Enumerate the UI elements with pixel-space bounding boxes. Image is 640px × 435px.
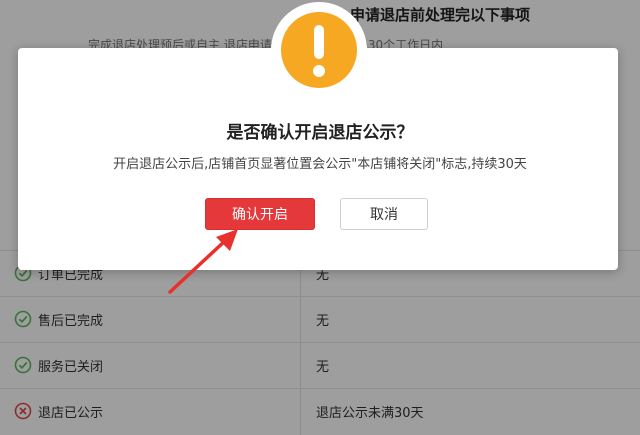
cancel-button[interactable]: 取消 <box>340 198 428 230</box>
annotation-arrow-icon <box>168 229 238 294</box>
exclamation-circle-icon <box>281 12 357 88</box>
dialog-title: 是否确认开启退店公示？ <box>226 123 414 143</box>
dialog-message: 开启退店公示后,店铺首页显著位置会公示"本店铺将关闭"标志,持续30天 <box>113 157 527 172</box>
